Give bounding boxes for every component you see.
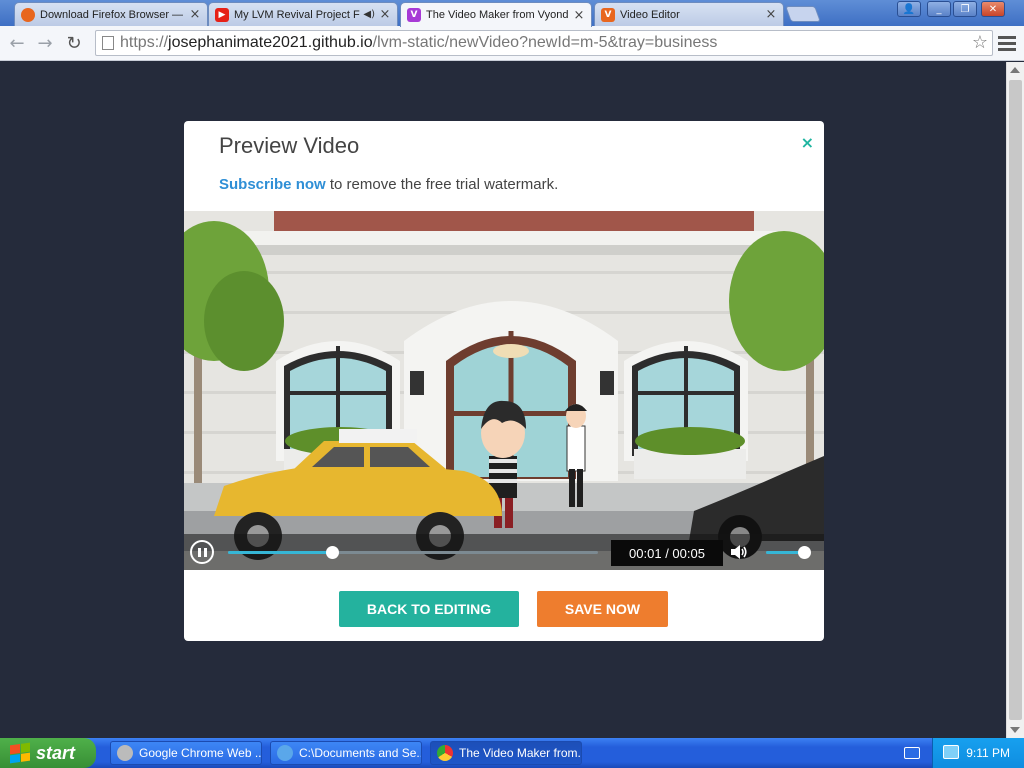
tab-vyond-video-maker[interactable]: V The Video Maker from Vyond ×: [400, 2, 592, 27]
seek-bar[interactable]: [228, 546, 598, 559]
new-tab-button[interactable]: [785, 6, 821, 22]
tab-lvm-revival[interactable]: ▶ My LVM Revival Project Fo ◀) ×: [208, 2, 398, 26]
internet-explorer-icon: [277, 745, 293, 761]
youtube-icon: ▶: [215, 7, 229, 22]
save-now-button[interactable]: SAVE NOW: [537, 591, 668, 627]
trial-watermark-notice: Subscribe now to remove the free trial w…: [219, 176, 559, 193]
taskbar-item-documents[interactable]: C:\Documents and Se...: [270, 741, 422, 765]
windows-taskbar: start Google Chrome Web ... C:\Documents…: [0, 738, 1024, 768]
page-icon: [102, 36, 114, 50]
taskbar-item-chrome-web[interactable]: Google Chrome Web ...: [110, 741, 262, 765]
clock: 9:11 PM: [966, 746, 1010, 760]
video-preview[interactable]: 00:01 / 00:05: [184, 211, 824, 570]
tab-title: Video Editor: [620, 8, 680, 21]
chrome-store-icon: [117, 745, 133, 761]
volume-handle[interactable]: [797, 546, 811, 559]
windows-logo-icon: [10, 742, 30, 764]
restore-button[interactable]: ❐: [953, 1, 977, 17]
tab-title: The Video Maker from Vyond: [426, 9, 569, 21]
network-icon[interactable]: [943, 745, 959, 759]
volume-icon[interactable]: [730, 544, 748, 560]
taskbar-item-video-maker[interactable]: The Video Maker from...: [430, 741, 582, 765]
browser-toolbar: ← → ↻ https://josephanimate2021.github.i…: [0, 26, 1024, 61]
firefox-icon: [21, 7, 35, 22]
video-editor-icon: V: [601, 7, 615, 22]
tab-video-editor[interactable]: V Video Editor ×: [594, 2, 784, 26]
close-window-button[interactable]: ✕: [981, 1, 1005, 17]
tab-close-icon[interactable]: ×: [189, 7, 201, 22]
modal-title: Preview Video: [219, 133, 360, 158]
scroll-up-arrow-icon[interactable]: [1010, 67, 1020, 73]
tab-firefox-download[interactable]: Download Firefox Browser — ×: [14, 2, 208, 26]
taskbar-item-label: C:\Documents and Se...: [299, 746, 422, 760]
time-display: 00:01 / 00:05: [611, 540, 723, 566]
taskbar-item-label: Google Chrome Web ...: [139, 746, 262, 760]
minimize-button[interactable]: _: [927, 1, 951, 17]
scroll-down-arrow-icon[interactable]: [1010, 727, 1020, 733]
tab-close-icon[interactable]: ×: [573, 8, 585, 23]
start-label: start: [36, 742, 76, 763]
chrome-menu-icon[interactable]: [998, 33, 1016, 53]
speaker-icon[interactable]: ◀): [363, 9, 375, 20]
pause-icon[interactable]: [190, 540, 214, 564]
tab-title: My LVM Revival Project Fo: [234, 8, 361, 21]
browser-tab-strip: Download Firefox Browser — × ▶ My LVM Re…: [0, 0, 1024, 27]
url-text: https://josephanimate2021.github.io/lvm-…: [120, 34, 718, 51]
forward-arrow-icon[interactable]: →: [33, 31, 57, 55]
back-to-editing-button[interactable]: BACK TO EDITING: [339, 591, 519, 627]
video-scene-image: [184, 211, 824, 560]
back-arrow-icon[interactable]: ←: [5, 31, 29, 55]
system-tray: 9:11 PM: [932, 738, 1024, 768]
seek-handle[interactable]: [325, 546, 339, 559]
taskbar-item-label: The Video Maker from...: [459, 746, 582, 760]
keyboard-icon[interactable]: [904, 747, 920, 759]
reload-icon[interactable]: ↻: [62, 31, 86, 55]
tab-title: Download Firefox Browser —: [40, 8, 184, 21]
page-scrollbar[interactable]: [1006, 62, 1024, 738]
address-bar[interactable]: https://josephanimate2021.github.io/lvm-…: [95, 30, 993, 56]
video-controls: 00:01 / 00:05: [184, 534, 824, 570]
tab-close-icon[interactable]: ×: [765, 7, 777, 22]
seek-progress: [228, 551, 332, 554]
close-icon[interactable]: ×: [801, 133, 814, 152]
preview-video-modal: Preview Video × Subscribe now to remove …: [184, 121, 824, 641]
start-button[interactable]: start: [0, 738, 96, 768]
subscribe-now-link[interactable]: Subscribe now: [219, 176, 326, 193]
scrollbar-thumb[interactable]: [1009, 80, 1022, 720]
vyond-icon: V: [407, 8, 421, 22]
volume-slider[interactable]: [766, 546, 811, 559]
bookmark-star-icon[interactable]: ☆: [972, 32, 988, 53]
chrome-icon: [437, 745, 453, 761]
tab-close-icon[interactable]: ×: [379, 7, 391, 22]
user-profile-icon[interactable]: 👤: [897, 1, 921, 17]
